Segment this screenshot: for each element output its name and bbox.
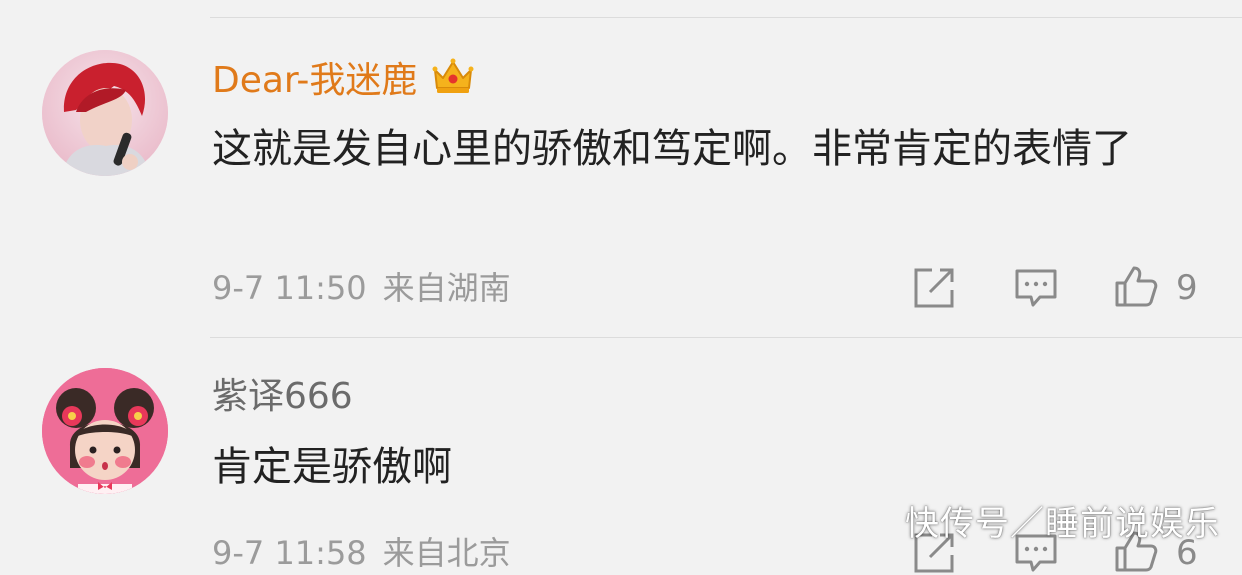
comment-divider (210, 337, 1242, 338)
comment-meta: 9-7 11:58 来自北京 (212, 533, 527, 573)
like-icon[interactable] (1114, 264, 1158, 308)
comment-time: 9-7 11:50 (212, 269, 367, 307)
comment-location: 来自北京 (382, 534, 511, 572)
username-text[interactable]: 紫译666 (212, 376, 353, 417)
username-text[interactable]: Dear-我迷鹿 (212, 60, 417, 101)
avatar[interactable] (42, 50, 168, 176)
username[interactable]: Dear-我迷鹿 (212, 56, 475, 103)
avatar-photo-icon (42, 50, 168, 176)
avatar[interactable] (42, 368, 168, 494)
top-divider (210, 17, 1242, 18)
avatar-cartoon-icon (42, 368, 168, 494)
comment-location: 来自湖南 (382, 269, 511, 307)
like-count: 9 (1176, 268, 1198, 308)
watermark-text: 快传号／睡前说娱乐 (905, 504, 1220, 544)
comment-time: 9-7 11:58 (212, 534, 367, 572)
share-icon[interactable] (912, 266, 956, 310)
username[interactable]: 紫译666 (212, 375, 353, 419)
comment-text: 这就是发自心里的骄傲和笃定啊。非常肯定的表情了 (212, 126, 1132, 172)
comment-text: 肯定是骄傲啊 (212, 444, 452, 490)
crown-icon (432, 58, 474, 93)
comment-reply-icon[interactable] (1014, 266, 1058, 310)
comment-meta: 9-7 11:50 来自湖南 (212, 268, 527, 308)
